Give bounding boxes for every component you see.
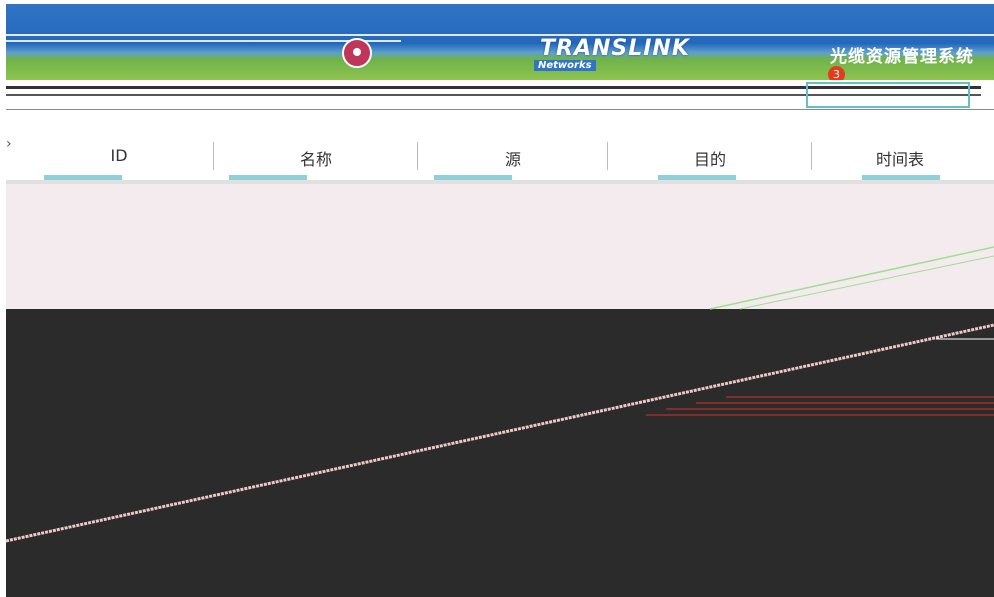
app-header: TRANSLINK Networks 光缆资源管理系统 3 <box>6 4 994 80</box>
notification-panel[interactable] <box>806 82 970 108</box>
filter-id[interactable]: ID <box>24 134 214 182</box>
filter-source[interactable]: 源 <box>418 134 608 182</box>
brand-subtitle: Networks <box>534 60 596 71</box>
chevron-right-icon[interactable]: › <box>6 136 12 152</box>
filter-label: ID <box>110 146 128 165</box>
filter-label: 源 <box>504 150 521 169</box>
filter-destination[interactable]: 目的 <box>608 134 812 182</box>
header-stripe <box>6 40 402 42</box>
system-title: 光缆资源管理系统 <box>830 47 974 67</box>
notification-badge[interactable]: 3 <box>828 66 845 80</box>
main-toolbar <box>6 80 994 110</box>
route-line <box>6 323 994 543</box>
result-pane <box>6 184 994 309</box>
filter-label: 名称 <box>299 150 332 169</box>
filter-label: 目的 <box>693 150 726 169</box>
header-stripe <box>6 34 994 36</box>
company-logo-icon <box>342 38 372 68</box>
brand-name: TRANSLINK <box>540 36 690 61</box>
filter-schedule[interactable]: 时间表 <box>812 134 988 182</box>
filter-bar: › ID 名称 源 目的 时间表 <box>6 126 994 184</box>
map-drawing <box>6 323 994 543</box>
filter-name[interactable]: 名称 <box>214 134 418 182</box>
map-canvas[interactable] <box>6 309 994 597</box>
filter-label: 时间表 <box>875 150 924 169</box>
